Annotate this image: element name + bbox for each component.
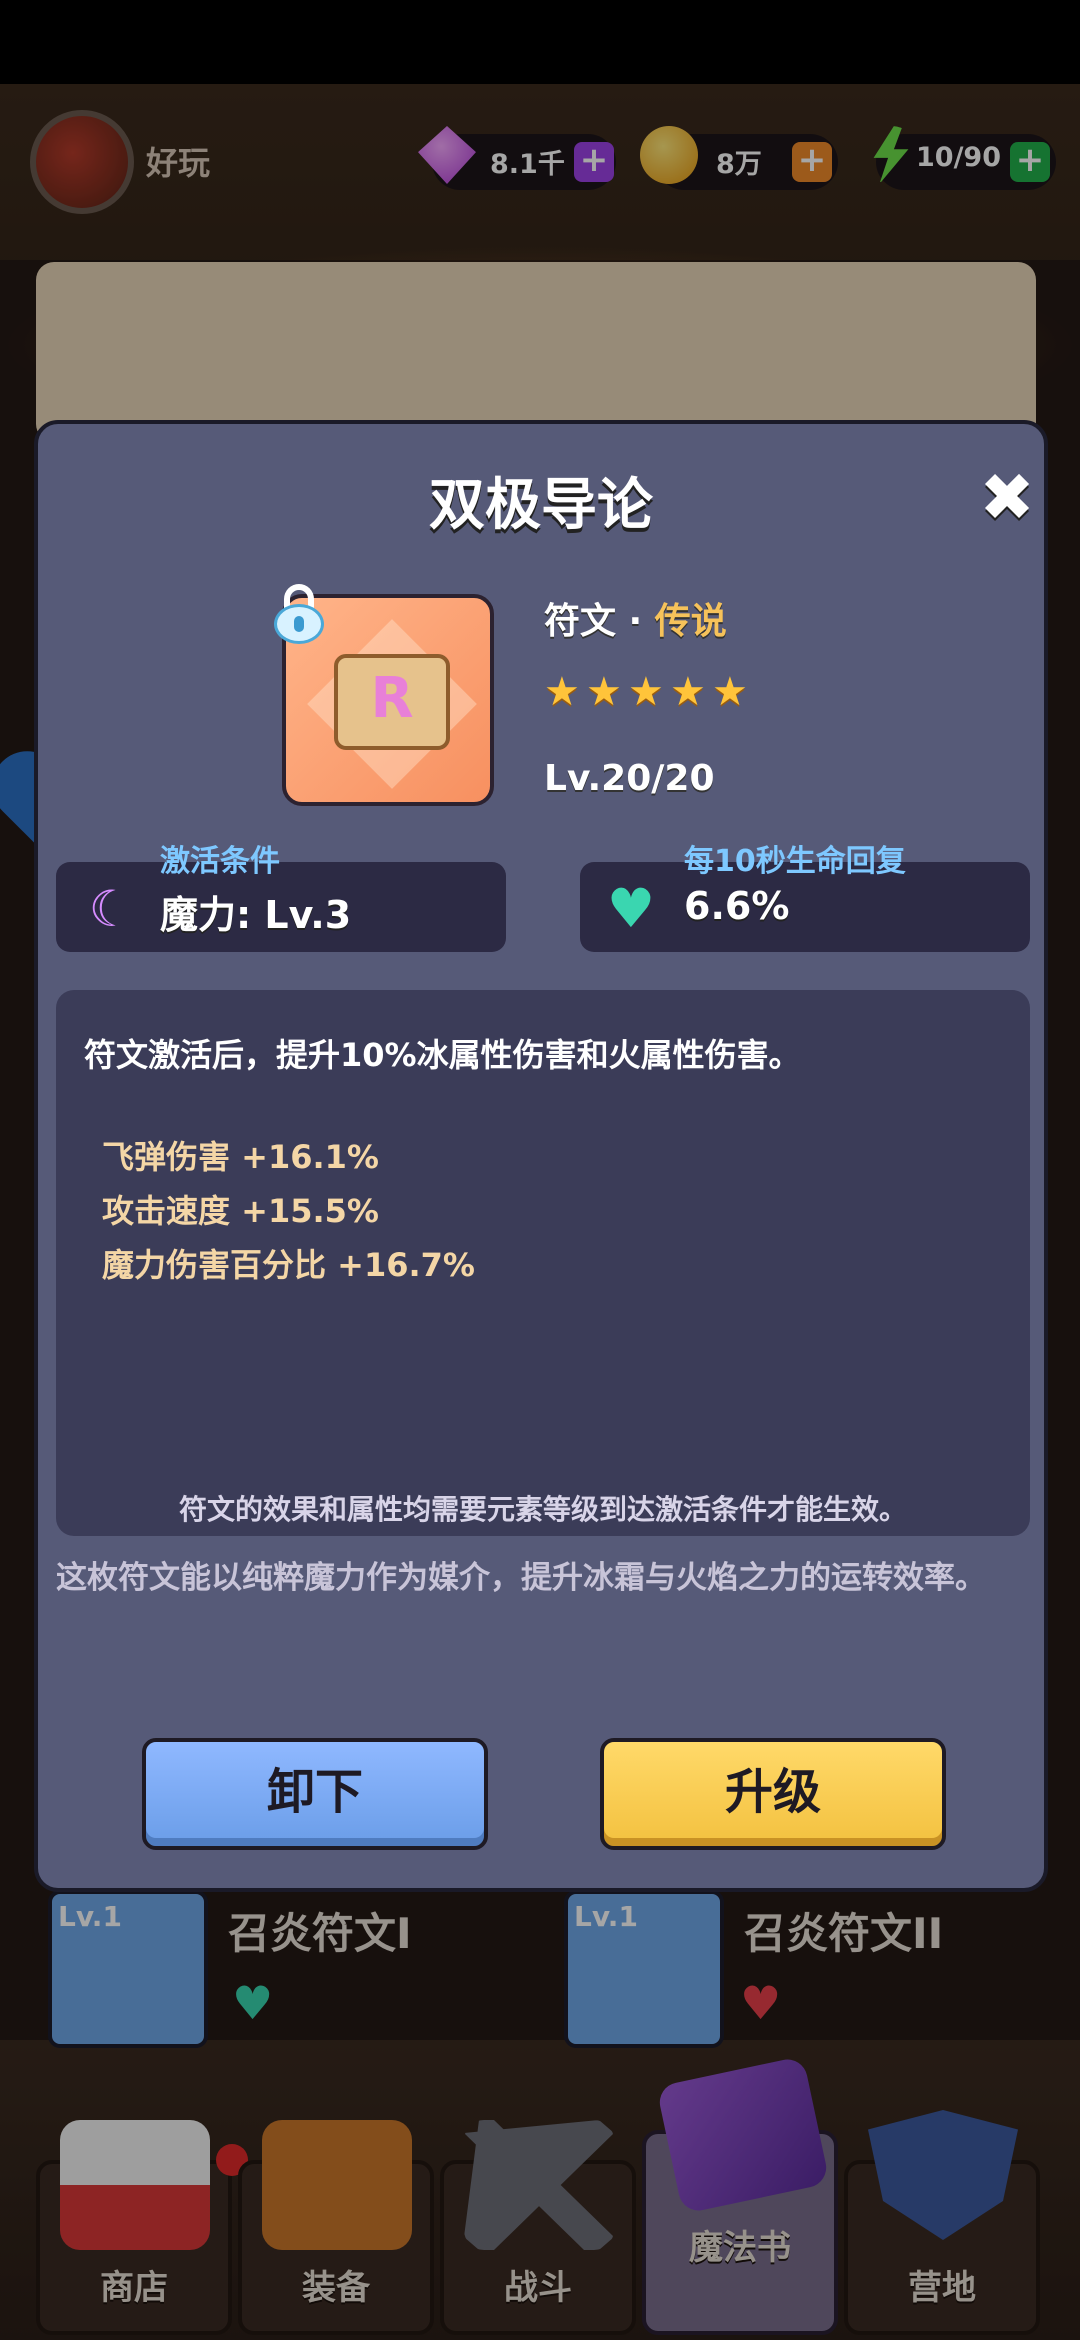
upgrade-button[interactable]: 升级 xyxy=(600,1738,946,1850)
activation-note: 符文的效果和属性均需要元素等级到达激活条件才能生效。 xyxy=(178,1493,907,1526)
moon-magic-icon: ☾ xyxy=(88,880,134,938)
lock-icon[interactable] xyxy=(274,584,324,644)
flavor-text: 这枚符文能以纯粹魔力作为媒介，提升冰霜与火焰之力的运转效率。 xyxy=(56,1560,986,1596)
rune-type: 符文 · xyxy=(544,601,655,642)
rune-glyph: R xyxy=(370,666,414,731)
bonus-stat: 飞弹伤害 +16.1% xyxy=(102,1138,379,1176)
star-icon: ★ xyxy=(712,669,748,715)
rune-effect-description: 符文激活后，提升10%冰属性伤害和火属性伤害。 xyxy=(84,1036,801,1074)
star-rating: ★ ★ ★ ★ ★ xyxy=(544,669,748,715)
status-bar xyxy=(0,0,1080,84)
rune-level: Lv.20/20 xyxy=(544,758,715,799)
heart-regen-icon: ♥ xyxy=(606,877,656,940)
unequip-button[interactable]: 卸下 xyxy=(142,1738,488,1850)
close-button[interactable]: ✖ xyxy=(974,465,1040,534)
bonus-stat: 魔力伤害百分比 +16.7% xyxy=(102,1246,475,1284)
star-icon: ★ xyxy=(670,669,706,715)
regen-value: 6.6% xyxy=(684,884,790,928)
star-icon: ★ xyxy=(586,669,622,715)
game-screen: 好玩 8.1千 + 8万 + 10/90 + Lv.1 召炎符文I ♥ Lv.1… xyxy=(0,0,1080,2340)
lock-keyhole xyxy=(294,616,304,632)
modal-title: 双极导论 xyxy=(429,473,653,538)
rune-rarity: 符文 · 传说 xyxy=(544,592,727,644)
rune-detail-modal: 双极导论 ✖ R 符文 · 传说 ★ ★ ★ ★ ★ Lv.20/20 激活条件… xyxy=(34,420,1048,1892)
bonus-stat: 攻击速度 +15.5% xyxy=(102,1192,379,1230)
activation-condition-label: 激活条件 xyxy=(160,844,280,879)
star-icon: ★ xyxy=(544,669,580,715)
regen-label: 每10秒生命回复 xyxy=(684,844,906,879)
rarity-legendary: 传说 xyxy=(654,601,727,642)
activation-condition-value: 魔力: Lv.3 xyxy=(160,893,352,937)
star-icon: ★ xyxy=(628,669,664,715)
